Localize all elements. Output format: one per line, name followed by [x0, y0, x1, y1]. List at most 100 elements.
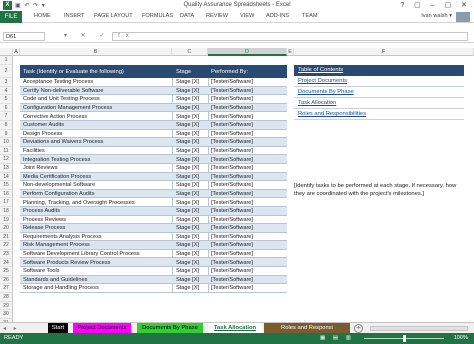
row-header[interactable]: 7: [0, 112, 13, 121]
performed-by-cell[interactable]: [Tester/Software]: [211, 148, 253, 154]
performed-by-cell[interactable]: [Tester/Software]: [211, 234, 253, 240]
sheet-tab-start[interactable]: Start: [48, 323, 68, 333]
task-cell[interactable]: Acceptance Testing Process: [23, 79, 93, 85]
tab-add-ins[interactable]: ADD-INS: [266, 13, 289, 19]
row-header[interactable]: 22: [0, 241, 13, 250]
task-cell[interactable]: Joint Reviews: [23, 165, 58, 171]
row-header[interactable]: 16: [0, 189, 13, 199]
stage-cell[interactable]: Stage [X]: [176, 260, 199, 266]
row-header[interactable]: 12: [0, 155, 13, 164]
name-box[interactable]: D61: [3, 32, 45, 41]
performed-by-cell[interactable]: [Tester/Software]: [211, 182, 253, 188]
task-cell[interactable]: Software Products Review Process: [23, 260, 110, 266]
stage-cell[interactable]: Stage [X]: [176, 114, 199, 120]
row-header[interactable]: 20: [0, 224, 13, 233]
performed-by-cell[interactable]: [Tester/Software]: [211, 242, 253, 248]
performed-by-cell[interactable]: [Tester/Software]: [211, 225, 253, 231]
task-cell[interactable]: Code and Unit Testing Process: [23, 96, 100, 102]
performed-by-cell[interactable]: [Tester/Software]: [211, 251, 253, 257]
tab-home[interactable]: HOME: [34, 13, 51, 19]
tab-data[interactable]: DATA: [180, 13, 194, 19]
task-cell[interactable]: Planning, Tracking, and Oversight Proces…: [23, 200, 135, 206]
task-cell[interactable]: Facilities: [23, 148, 45, 154]
row-header[interactable]: 8: [0, 121, 13, 130]
row-header[interactable]: 5: [0, 95, 13, 104]
task-cell[interactable]: Non-developmental Software: [23, 182, 95, 188]
column-header-d[interactable]: D: [208, 48, 287, 56]
performed-by-cell[interactable]: [Tester/Software]: [211, 96, 253, 102]
stage-cell[interactable]: Stage [X]: [176, 88, 199, 94]
header-performed-by[interactable]: Performed By:: [211, 69, 248, 75]
stage-cell[interactable]: Stage [X]: [176, 234, 199, 240]
zoom-slider-thumb[interactable]: [403, 335, 406, 342]
performed-by-cell[interactable]: [Tester/Software]: [211, 277, 253, 283]
zoom-level[interactable]: 100%: [454, 335, 468, 341]
stage-cell[interactable]: Stage [X]: [176, 105, 199, 111]
stage-cell[interactable]: Stage [X]: [176, 79, 199, 85]
stage-cell[interactable]: Stage [X]: [176, 285, 199, 291]
row-header[interactable]: 3: [0, 78, 13, 87]
task-cell[interactable]: Configuration Management Process: [23, 105, 112, 111]
row-header[interactable]: 2: [0, 65, 13, 78]
task-cell[interactable]: Requirements Analysis Process: [23, 234, 102, 240]
stage-cell[interactable]: Stage [X]: [176, 208, 199, 214]
row-header[interactable]: 25: [0, 267, 13, 276]
toc-link-documents-by-phase[interactable]: Documents By Phase: [294, 87, 464, 98]
row-header[interactable]: 11: [0, 146, 13, 156]
task-cell[interactable]: Software Tools: [23, 268, 60, 274]
row-header[interactable]: 15: [0, 181, 13, 190]
performed-by-cell[interactable]: [Tester/Software]: [211, 268, 253, 274]
tab-formulas[interactable]: FORMULAS: [142, 13, 173, 19]
performed-by-cell[interactable]: [Tester/Software]: [211, 208, 253, 214]
task-cell[interactable]: Customer Audits: [23, 122, 64, 128]
toc-link-project-documents[interactable]: Project Documents: [294, 76, 464, 87]
task-cell[interactable]: Standards and Guidelines: [23, 277, 87, 283]
tab-review[interactable]: REVIEW: [206, 13, 228, 19]
performed-by-cell[interactable]: [Tester/Software]: [211, 285, 253, 291]
sheet-tab-project-documents[interactable]: Project Documents: [73, 323, 131, 333]
tab-page-layout[interactable]: PAGE LAYOUT: [94, 13, 133, 19]
column-header-b[interactable]: B: [20, 48, 172, 56]
task-cell[interactable]: Risk Management Process: [23, 242, 90, 248]
toc-link-roles[interactable]: Roles and Responsibilities: [294, 109, 464, 120]
stage-cell[interactable]: Stage [X]: [176, 131, 199, 137]
row-header[interactable]: 4: [0, 86, 13, 96]
task-cell[interactable]: Integration Testing Process: [23, 157, 90, 163]
add-sheet-button[interactable]: +: [354, 324, 363, 333]
performed-by-cell[interactable]: [Tester/Software]: [211, 260, 253, 266]
stage-cell[interactable]: Stage [X]: [176, 251, 199, 257]
row-header[interactable]: 27: [0, 284, 13, 293]
task-cell[interactable]: Process Audits: [23, 208, 60, 214]
stage-cell[interactable]: Stage [X]: [176, 217, 199, 223]
row-header[interactable]: 1: [0, 56, 13, 65]
column-header-a[interactable]: A: [13, 48, 20, 56]
row-header[interactable]: 24: [0, 258, 13, 268]
stage-cell[interactable]: Stage [X]: [176, 157, 199, 163]
stage-cell[interactable]: Stage [X]: [176, 225, 199, 231]
performed-by-cell[interactable]: [Tester/Software]: [211, 79, 253, 85]
view-mode-icons[interactable]: ▦ ▤ ▥: [320, 335, 354, 341]
row-header[interactable]: 30: [0, 310, 13, 319]
avatar[interactable]: [456, 12, 470, 22]
performed-by-cell[interactable]: [Tester/Software]: [211, 88, 253, 94]
sheet-tab-roles[interactable]: Roles and Responsi: [264, 323, 350, 333]
performed-by-cell[interactable]: [Tester/Software]: [211, 157, 253, 163]
performed-by-cell[interactable]: [Tester/Software]: [211, 165, 253, 171]
stage-cell[interactable]: Stage [X]: [176, 191, 199, 197]
stage-cell[interactable]: Stage [X]: [176, 148, 199, 154]
worksheet-grid[interactable]: A B C D E F 1 2 3 4 5 6 7 8 9 10 11 12 13 14 15 16 17 18 1…: [0, 48, 474, 322]
toc-heading[interactable]: Table of Contents: [294, 65, 464, 76]
row-header[interactable]: 14: [0, 172, 13, 182]
tab-team[interactable]: TEAM: [302, 13, 318, 19]
task-cell[interactable]: Perform Configuration Audits: [23, 191, 95, 197]
stage-cell[interactable]: Stage [X]: [176, 200, 199, 206]
column-header-c[interactable]: C: [172, 48, 208, 56]
row-header[interactable]: 6: [0, 103, 13, 113]
stage-cell[interactable]: Stage [X]: [176, 242, 199, 248]
task-cell[interactable]: Corrective Action Process: [23, 114, 87, 120]
performed-by-cell[interactable]: [Tester/Software]: [211, 174, 253, 180]
task-cell[interactable]: Process Reviews: [23, 217, 66, 223]
row-header[interactable]: 21: [0, 232, 13, 242]
row-header[interactable]: 9: [0, 129, 13, 139]
stage-cell[interactable]: Stage [X]: [176, 268, 199, 274]
